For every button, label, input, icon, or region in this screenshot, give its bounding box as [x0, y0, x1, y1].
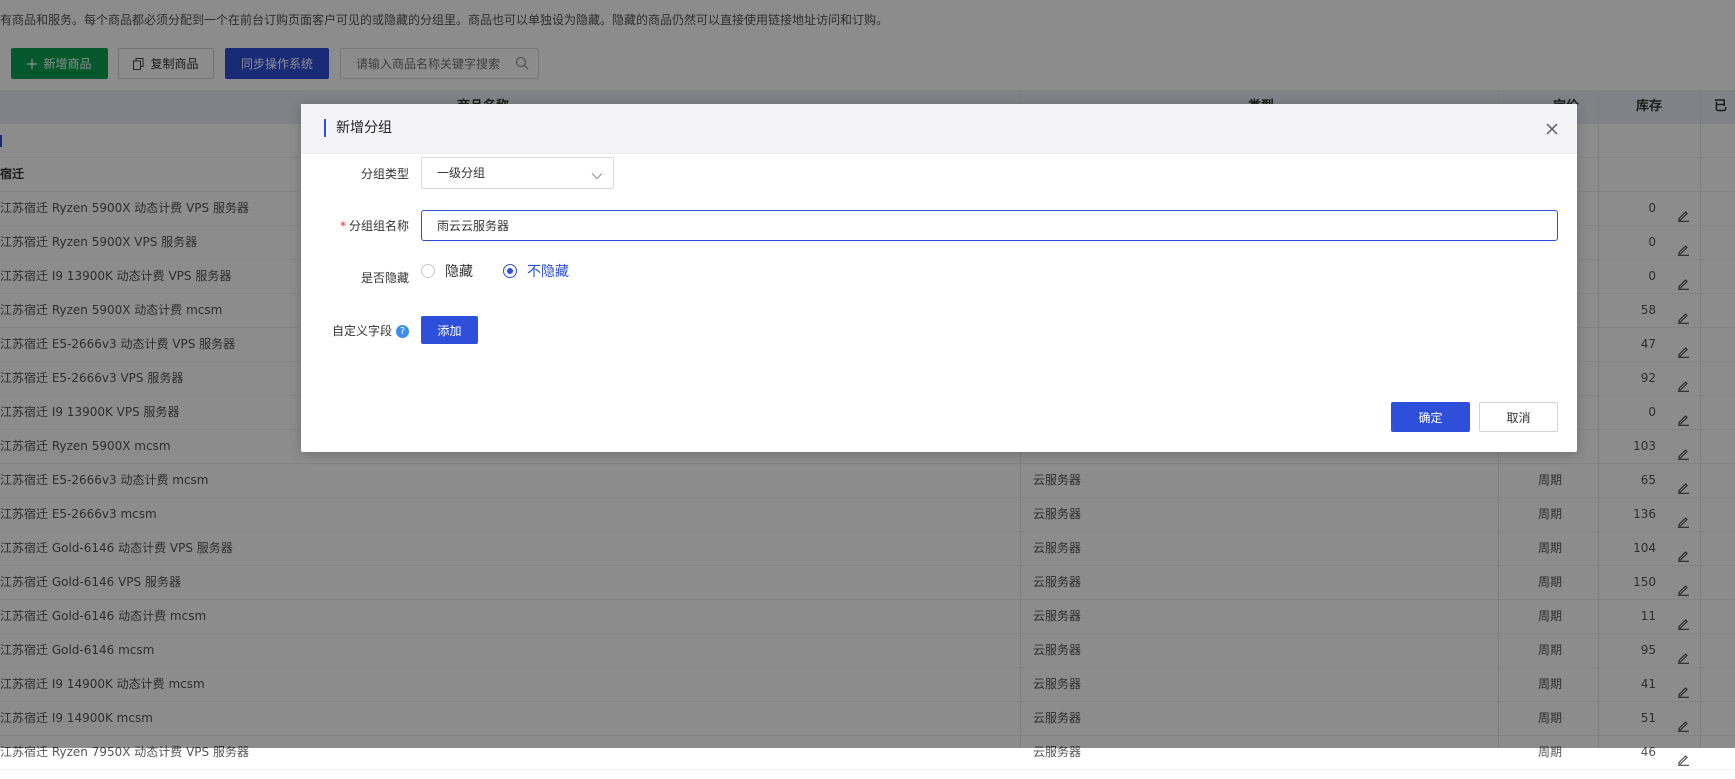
add-group-dialog: 新增分组 分组类型 一级分组 *分组组名称 是否隐藏 隐藏 不隐藏 自定义字段?… [301, 104, 1577, 452]
radio-hidden-dot[interactable] [421, 264, 435, 278]
dialog-header: 新增分组 [301, 104, 1577, 154]
radio-not-hidden-dot[interactable] [503, 264, 517, 278]
radio-not-hidden-label: 不隐藏 [527, 264, 569, 280]
close-icon[interactable] [1543, 120, 1561, 138]
add-custom-field-button[interactable]: 添加 [421, 316, 478, 344]
radio-hidden-label: 隐藏 [445, 264, 473, 280]
group-type-label: 分组类型 [360, 167, 409, 181]
edit-icon[interactable] [1677, 746, 1691, 766]
group-name-input[interactable] [421, 210, 1558, 241]
custom-field-label: 自定义字段? [311, 322, 409, 339]
dialog-title: 新增分组 [324, 119, 392, 137]
radio-not-hidden[interactable]: 不隐藏 [503, 256, 569, 286]
hidden-label: 是否隐藏 [360, 271, 409, 285]
chevron-down-icon [591, 169, 603, 180]
confirm-button[interactable]: 确定 [1391, 402, 1470, 432]
group-type-value: 一级分组 [437, 166, 486, 180]
required-mark: * [339, 219, 346, 233]
group-type-select[interactable]: 一级分组 [421, 157, 614, 189]
cancel-button[interactable]: 取消 [1479, 402, 1558, 432]
help-icon[interactable]: ? [396, 325, 409, 338]
radio-hidden[interactable]: 隐藏 [421, 256, 473, 286]
group-name-label: * 分组组名称 [339, 219, 409, 233]
